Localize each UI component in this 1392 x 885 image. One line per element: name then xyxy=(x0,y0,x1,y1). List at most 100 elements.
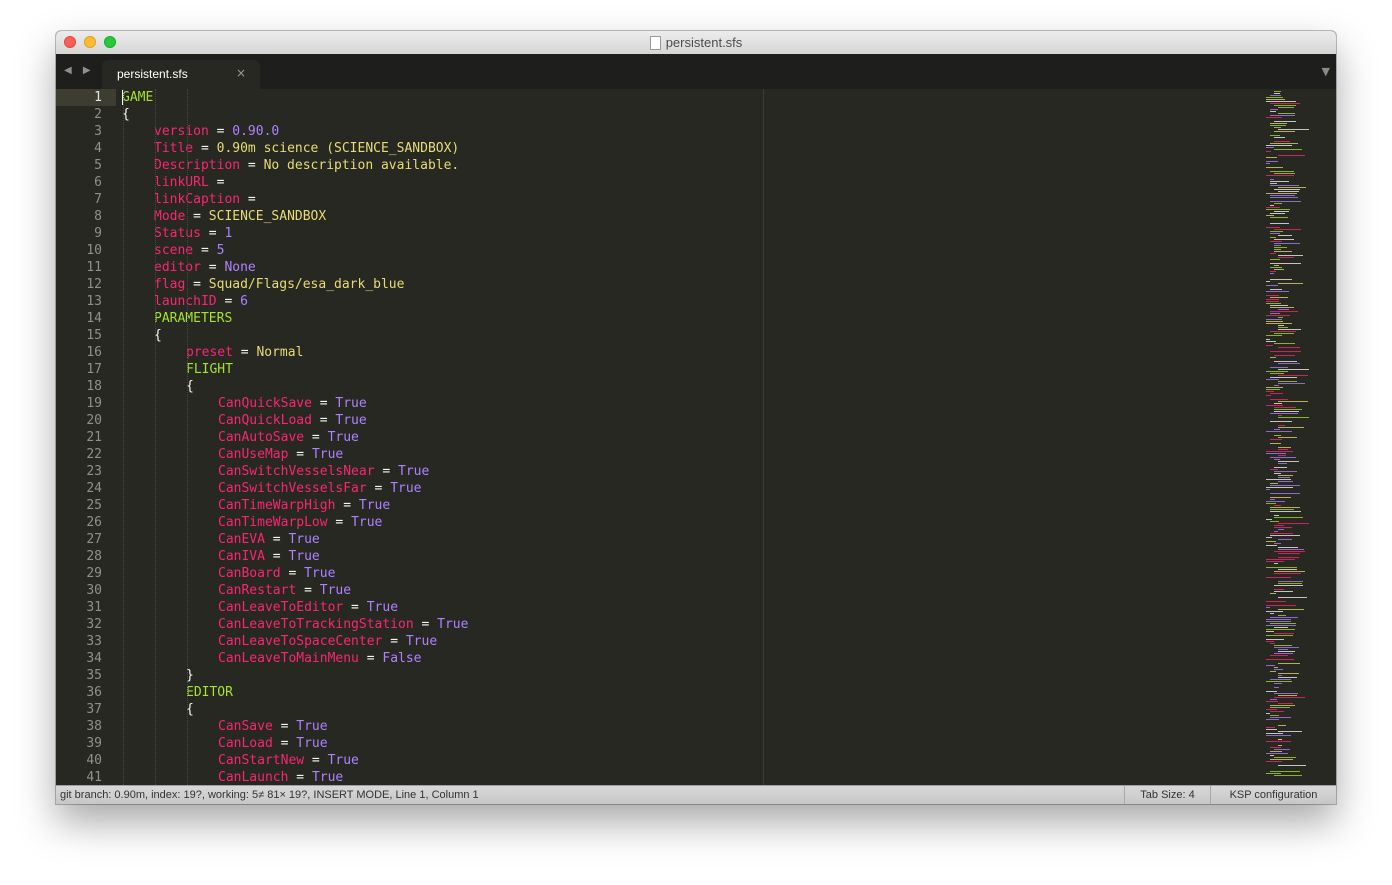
code-line: preset = Normal xyxy=(186,344,303,361)
minimap-line xyxy=(1270,297,1288,298)
code-line: editor = None xyxy=(154,259,256,276)
minimap-line xyxy=(1270,307,1294,308)
minimap-line xyxy=(1278,725,1286,726)
line-number: 33 xyxy=(86,634,102,649)
minimap-line xyxy=(1266,537,1272,538)
minimap-line xyxy=(1274,645,1292,646)
minimap-line xyxy=(1274,429,1280,430)
minimap-line xyxy=(1266,389,1280,390)
minimap-line xyxy=(1266,559,1295,560)
minimap-line xyxy=(1274,517,1303,518)
minimap-line xyxy=(1278,363,1300,364)
code-token: CanSwitchVesselsFar xyxy=(218,481,367,496)
code-token: Normal xyxy=(256,345,304,360)
minimap-line xyxy=(1278,383,1305,384)
minimap-line xyxy=(1270,593,1276,594)
line-number: 4 xyxy=(94,141,102,156)
minimap-line xyxy=(1278,317,1283,318)
editor-area[interactable]: 1 2 3 4 5 6 7 8 9 10 11 12 13 14 15 16 17 18 19 20 21 22 23 24 2… xyxy=(56,89,1336,785)
code-token: linkURL xyxy=(154,175,209,190)
line-number: 3 xyxy=(94,124,102,139)
text-caret xyxy=(122,90,123,105)
code-token: 1 xyxy=(224,226,233,241)
line-number: 12 xyxy=(86,277,102,292)
minimap-line xyxy=(1270,279,1292,280)
code-token: True xyxy=(296,736,328,751)
minimap-line xyxy=(1270,311,1298,312)
minimap-line xyxy=(1278,329,1301,330)
line-number: 7 xyxy=(94,192,102,207)
minimap-line xyxy=(1274,251,1292,252)
minimap-line xyxy=(1274,91,1281,92)
minimap[interactable] xyxy=(1206,89,1326,785)
minimap-line xyxy=(1270,679,1291,680)
tab-close-icon[interactable]: × xyxy=(236,66,246,80)
tab-size-selector[interactable]: Tab Size: 4 xyxy=(1124,786,1210,804)
minimap-line xyxy=(1270,643,1275,644)
minimap-line xyxy=(1278,461,1299,462)
minimap-line xyxy=(1278,255,1303,256)
indent-guide xyxy=(155,89,156,785)
code-line: CanTimeWarpHigh = True xyxy=(218,497,390,514)
minimap-line xyxy=(1278,615,1286,616)
code-token: CanLeaveToMainMenu xyxy=(218,651,359,666)
minimap-line xyxy=(1266,635,1293,636)
minimap-line xyxy=(1278,547,1298,548)
line-number: 35 xyxy=(86,668,102,683)
column-ruler xyxy=(763,89,764,785)
minimap-line xyxy=(1274,361,1297,362)
minimap-line xyxy=(1270,699,1277,700)
code-token: = xyxy=(358,651,383,666)
minimap-line xyxy=(1266,701,1278,702)
line-number: 6 xyxy=(94,175,102,190)
tab-menu-chevron-icon[interactable]: ▼ xyxy=(1322,65,1330,78)
code-view[interactable]: GAME{version = 0.90.0 Title = 0.90m scien… xyxy=(122,89,762,785)
minimap-line xyxy=(1266,605,1296,606)
minimap-line xyxy=(1266,607,1270,608)
minimap-line xyxy=(1266,713,1270,714)
code-token: linkCaption xyxy=(154,192,241,207)
minimap-line xyxy=(1274,525,1284,526)
code-token: = xyxy=(240,192,264,207)
line-number: 36 xyxy=(86,685,102,700)
minimap-line xyxy=(1278,381,1297,382)
tab-nav-arrows-icon[interactable]: ◀ ▶ xyxy=(64,65,95,76)
minimap-line xyxy=(1266,339,1270,340)
tab-label: persistent.sfs xyxy=(117,67,188,81)
line-number: 1 xyxy=(94,90,102,105)
code-token: CanStartNew xyxy=(218,753,305,768)
minimap-line xyxy=(1266,391,1274,392)
minimap-line xyxy=(1266,319,1282,320)
minimap-line xyxy=(1270,421,1292,422)
code-token: CanEVA xyxy=(218,532,265,547)
minimap-line xyxy=(1274,105,1296,106)
minimap-line xyxy=(1278,481,1293,482)
minimap-line xyxy=(1278,739,1282,740)
code-token: CanBoard xyxy=(218,566,281,581)
minimap-line xyxy=(1270,751,1282,752)
code-token: False xyxy=(382,651,422,666)
minimap-line xyxy=(1278,257,1294,258)
code-token: = xyxy=(296,583,320,598)
minimap-line xyxy=(1274,467,1287,468)
minimap-line xyxy=(1270,373,1284,374)
minimap-line xyxy=(1266,207,1280,208)
minimap-line xyxy=(1274,471,1297,472)
minimap-line xyxy=(1274,647,1299,648)
minimap-line xyxy=(1270,259,1280,260)
minimap-line xyxy=(1274,591,1293,592)
minimap-line xyxy=(1270,711,1284,712)
code-line: CanIVA = True xyxy=(218,548,320,565)
code-token: = xyxy=(311,396,336,411)
minimap-line xyxy=(1266,773,1281,774)
code-token: Status xyxy=(154,226,201,241)
code-token: CanLaunch xyxy=(218,770,289,785)
line-number: 16 xyxy=(86,345,102,360)
tab-persistent-sfs[interactable]: persistent.sfs × xyxy=(102,60,260,89)
code-token: = xyxy=(311,413,336,428)
line-number: 2 xyxy=(94,107,102,122)
syntax-selector[interactable]: KSP configuration xyxy=(1210,786,1336,804)
minimap-line xyxy=(1274,243,1300,244)
line-number: 38 xyxy=(86,719,102,734)
minimap-line xyxy=(1274,343,1295,344)
